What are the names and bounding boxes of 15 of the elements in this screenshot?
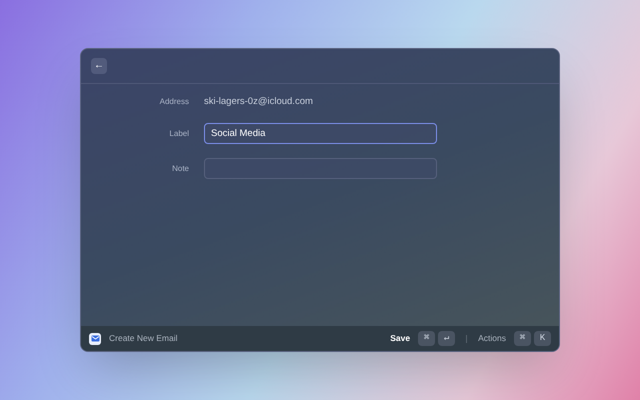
save-button[interactable]: Save [390,332,410,345]
key-cap: K [534,331,551,346]
back-button[interactable]: ← [91,58,107,74]
key-cap: ⌘ [418,331,436,346]
text-field[interactable] [204,158,437,180]
app-icon [89,332,101,344]
key-cap: ⌘ [514,331,531,346]
field-label: Note [171,162,189,175]
text-field[interactable]: Social Media [204,123,437,144]
actions-button[interactable]: Actions [478,332,506,345]
field-label: Label [168,128,189,140]
field-label: Address [158,96,189,108]
footer-title: Create New Email [109,332,178,345]
address-value: ski-lagers-0z@icloud.com [204,95,313,109]
key-cap: ↵ [438,331,456,346]
